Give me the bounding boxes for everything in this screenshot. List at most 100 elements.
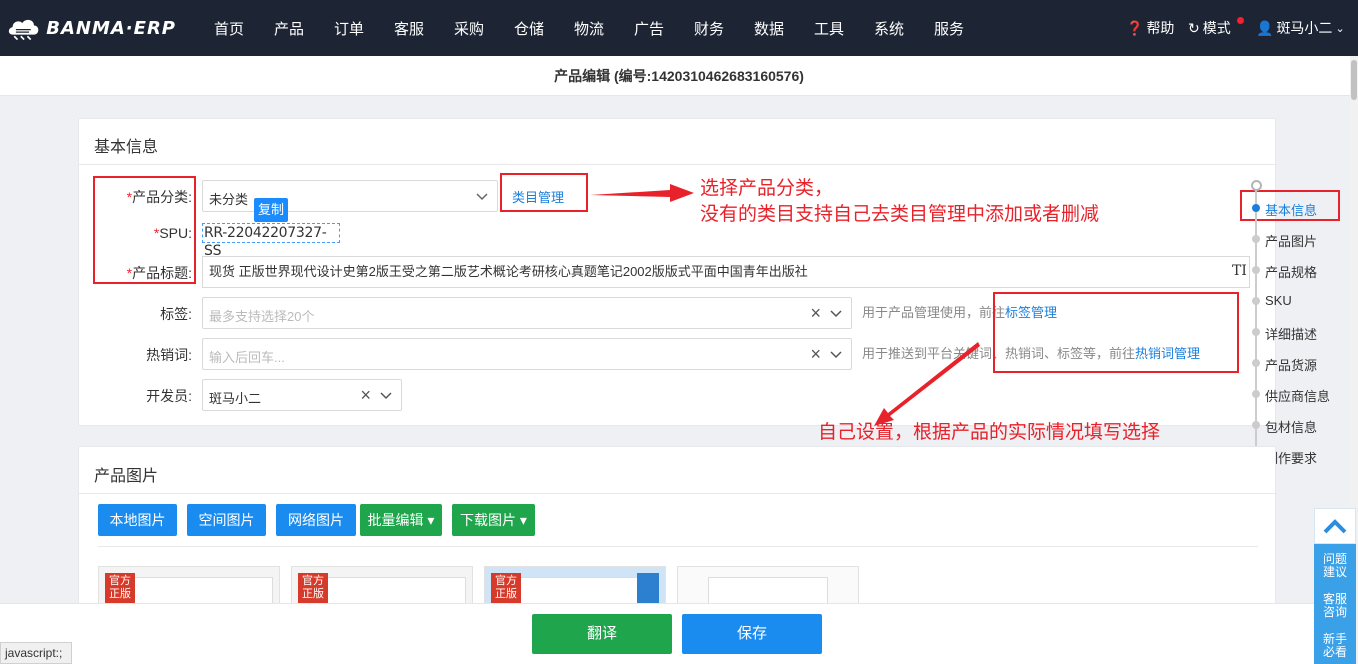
anchor-packaging[interactable]: 包材信息 (1265, 417, 1317, 436)
section-divider (98, 546, 1258, 547)
chevron-down-icon (830, 310, 842, 318)
hotwords-input[interactable]: 输入后回车... × (202, 338, 852, 370)
anchor-dot (1252, 359, 1260, 367)
anchor-dot (1252, 235, 1260, 243)
anchor-product-specs[interactable]: 产品规格 (1265, 262, 1317, 281)
spu-value[interactable]: RR-22042207327-SS (202, 223, 340, 259)
section-divider (79, 164, 1277, 165)
tags-select[interactable]: 最多支持选择20个 × (202, 297, 852, 329)
nav-item-ads[interactable]: 广告 (634, 18, 664, 39)
clear-icon[interactable]: × (360, 385, 371, 406)
nav-item-orders[interactable]: 订单 (334, 18, 364, 39)
brand-name: BANMA·ERP (46, 17, 176, 39)
anchor-dot (1252, 328, 1260, 336)
anchor-dot (1252, 204, 1260, 212)
annotation-text-category-1: 选择产品分类， (700, 178, 834, 199)
page-title: 产品编辑 (编号:1420310462683160576) (0, 56, 1358, 96)
top-navbar: BANMA·ERP 首页 产品 订单 客服 采购 仓储 物流 广告 财务 数据 … (0, 0, 1358, 56)
local-images-button[interactable]: 本地图片 (98, 504, 177, 536)
help-link[interactable]: ❓ 帮助 (1126, 18, 1174, 38)
official-badge: 官方 正版 (298, 573, 328, 603)
brand-logo[interactable]: BANMA·ERP (6, 12, 176, 44)
save-button[interactable]: 保存 (682, 614, 822, 654)
nav-item-finance[interactable]: 财务 (694, 18, 724, 39)
mode-label: 模式 (1202, 20, 1231, 36)
nav-item-home[interactable]: 首页 (214, 18, 244, 39)
anchor-dot (1252, 390, 1260, 398)
question-circle-icon: ❓ (1126, 19, 1144, 36)
category-select[interactable]: 未分类 (202, 180, 498, 212)
product-image-thumb[interactable]: 官方 正版 (291, 566, 473, 606)
nav-item-system[interactable]: 系统 (874, 18, 904, 39)
chevron-up-icon (1323, 519, 1347, 534)
section-divider (79, 493, 1277, 494)
annotation-box-category (500, 173, 588, 212)
tags-placeholder: 最多支持选择20个 (209, 309, 315, 324)
notification-dot (1237, 17, 1244, 24)
refresh-icon: ↻ (1188, 19, 1200, 36)
chevron-down-icon (476, 193, 488, 201)
copy-tooltip[interactable]: 复制 (254, 198, 288, 222)
annotation-box-required (93, 176, 196, 284)
product-image-thumb[interactable]: 官方 正版 (98, 566, 280, 606)
anchor-supplier[interactable]: 供应商信息 (1265, 386, 1330, 405)
anchor-basic-info[interactable]: 基本信息 (1265, 200, 1317, 219)
category-value: 未分类 (209, 192, 249, 207)
scrollbar-thumb[interactable] (1351, 60, 1357, 100)
clear-icon[interactable]: × (810, 303, 821, 324)
user-name: 斑马小二 (1276, 20, 1333, 36)
nav-item-warehouse[interactable]: 仓储 (514, 18, 544, 39)
book-spine (637, 573, 659, 605)
translate-button[interactable]: 翻译 (532, 614, 672, 654)
nav-item-data[interactable]: 数据 (754, 18, 784, 39)
chevron-down-icon (380, 392, 392, 400)
section-title-basic: 基本信息 (94, 139, 159, 156)
feedback-button[interactable]: 问题 建议 (1314, 553, 1356, 579)
clear-icon[interactable]: × (810, 344, 821, 365)
nav-item-purchase[interactable]: 采购 (454, 18, 484, 39)
product-image-thumb[interactable]: 官方 正版 (484, 566, 666, 606)
official-badge: 官方 正版 (105, 573, 135, 603)
official-badge: 官方 正版 (491, 573, 521, 603)
anchor-start-circle (1251, 180, 1262, 191)
nav-item-tools[interactable]: 工具 (814, 18, 844, 39)
developer-label: 开发员: (146, 388, 192, 404)
anchor-product-images[interactable]: 产品图片 (1265, 231, 1317, 250)
user-icon: 👤 (1256, 19, 1274, 36)
anchor-source[interactable]: 产品货源 (1265, 355, 1317, 374)
nav-item-services[interactable]: 服务 (934, 18, 964, 39)
anchor-description[interactable]: 详细描述 (1265, 324, 1317, 343)
anchor-sku[interactable]: SKU (1265, 293, 1292, 308)
tags-label: 标签: (160, 306, 192, 322)
section-title-images: 产品图片 (94, 468, 159, 485)
annotation-box-hints (993, 292, 1239, 373)
footer-action-bar (0, 603, 1350, 664)
nav-item-product[interactable]: 产品 (274, 18, 304, 39)
mode-toggle[interactable]: ↻ 模式 (1188, 18, 1231, 38)
product-image-thumb[interactable] (677, 566, 859, 606)
annotation-text-category-2: 没有的类目支持自己去类目管理中添加或者删减 (700, 204, 1100, 225)
beginner-guide-button[interactable]: 新手 必看 (1314, 633, 1356, 659)
cloud-logo-icon (8, 19, 39, 41)
batch-edit-button[interactable]: 批量编辑 ▾ (360, 504, 442, 536)
chevron-down-icon: ⌄ (1335, 22, 1345, 35)
help-float-panel: 问题 建议 客服 咨询 新手 必看 (1314, 508, 1356, 664)
nav-item-service[interactable]: 客服 (394, 18, 424, 39)
developer-select[interactable]: 斑马小二 × (202, 379, 402, 411)
user-menu[interactable]: 👤 斑马小二 ⌄ (1256, 18, 1345, 38)
developer-value: 斑马小二 (209, 391, 262, 406)
download-images-button[interactable]: 下载图片 ▾ (452, 504, 535, 536)
anchor-dot (1252, 297, 1260, 305)
web-images-button[interactable]: 网络图片 (276, 504, 356, 536)
anchor-dot (1252, 421, 1260, 429)
customer-service-button[interactable]: 客服 咨询 (1314, 593, 1356, 619)
product-title-input[interactable]: 现货 正版世界现代设计史第2版王受之第二版艺术概论考研核心真题笔记2002版版式… (202, 256, 1250, 288)
title-format-icon[interactable]: TI (1232, 263, 1247, 279)
space-images-button[interactable]: 空间图片 (187, 504, 266, 536)
nav-item-logistics[interactable]: 物流 (574, 18, 604, 39)
back-to-top-button[interactable] (1314, 508, 1356, 544)
hotwords-label: 热销词: (146, 347, 192, 363)
help-label: 帮助 (1146, 20, 1175, 36)
book-image (708, 577, 828, 605)
hotwords-placeholder: 输入后回车... (209, 350, 285, 365)
